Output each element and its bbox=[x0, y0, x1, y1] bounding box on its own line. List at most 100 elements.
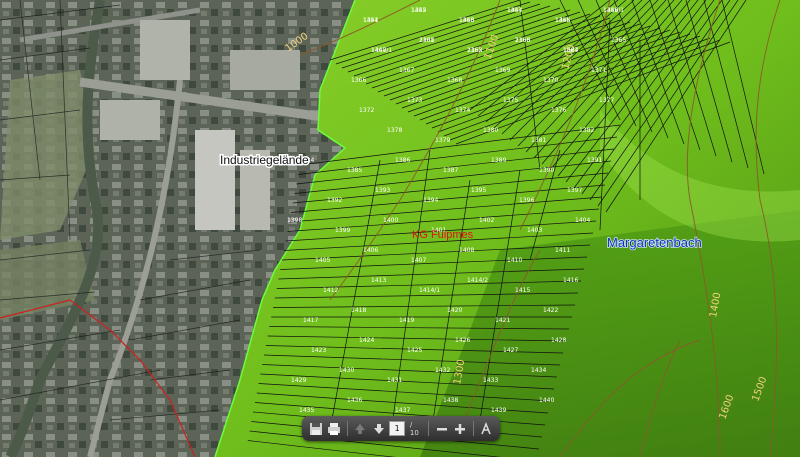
tools-icon[interactable] bbox=[479, 421, 494, 437]
parcel-number: 1422 bbox=[543, 307, 558, 314]
save-icon[interactable] bbox=[308, 421, 323, 437]
next-page-icon[interactable] bbox=[371, 421, 386, 437]
parcel-number: 1380 bbox=[483, 127, 498, 134]
parcel-number: 1405 bbox=[315, 257, 330, 264]
parcel-number: 1414/2 bbox=[467, 277, 488, 284]
cadastral-label: KG Fulpmes bbox=[412, 229, 474, 241]
parcel-number: 1444 bbox=[507, 7, 522, 14]
parcel-number: 1366 bbox=[351, 77, 366, 84]
parcel-number: 1439 bbox=[491, 407, 506, 414]
pdf-toolbar: 1 / 10 bbox=[302, 416, 500, 441]
parcel-number: 1390 bbox=[539, 167, 554, 174]
parcel-number: 1376 bbox=[551, 107, 566, 114]
parcel-number: 1414/1 bbox=[419, 287, 440, 294]
parcel-number: 1442 bbox=[411, 7, 426, 14]
parcel-number: 1374 bbox=[455, 107, 470, 114]
parcel-number: 1432 bbox=[435, 367, 450, 374]
parcel-number: 1397 bbox=[567, 187, 582, 194]
parcel-number: 1410 bbox=[507, 257, 522, 264]
parcel-number: 1408 bbox=[459, 247, 474, 254]
parcel-number: 1404 bbox=[575, 217, 590, 224]
parcel-number: 2155 bbox=[467, 47, 482, 54]
parcel-number: 1395 bbox=[471, 187, 486, 194]
previous-page-icon[interactable] bbox=[353, 421, 368, 437]
parcel-number: 1373 bbox=[407, 97, 422, 104]
zoom-in-icon[interactable] bbox=[452, 421, 467, 437]
parcel-number: 1430 bbox=[339, 367, 354, 374]
parcel-number: 1419 bbox=[399, 317, 414, 324]
parcel-number: 1402 bbox=[479, 217, 494, 224]
parcel-number: 1381 bbox=[531, 137, 546, 144]
parcel-number: 2100 bbox=[419, 37, 434, 44]
parcel-number: 1425 bbox=[407, 347, 422, 354]
stream-label: Margaretenbach bbox=[607, 235, 702, 250]
parcel-number: 1389 bbox=[491, 157, 506, 164]
industrial-area-label: Industriegelände bbox=[220, 153, 309, 167]
parcel-number: 1406 bbox=[363, 247, 378, 254]
parcel-number: 1412 bbox=[323, 287, 338, 294]
parcel-number: 1441 bbox=[363, 17, 378, 24]
parcel-number: 1387 bbox=[443, 167, 458, 174]
industrial-building bbox=[100, 100, 160, 140]
page-number-input[interactable]: 1 bbox=[389, 421, 405, 436]
parcel-number: 1378 bbox=[387, 127, 402, 134]
parcel-number: 1416 bbox=[563, 277, 578, 284]
parcel-number: 1393 bbox=[375, 187, 390, 194]
parcel-number: 1446 bbox=[603, 7, 618, 14]
parcel-number: 1428 bbox=[551, 337, 566, 344]
parcel-number: 1436 bbox=[347, 397, 362, 404]
parcel-number: 1372 bbox=[359, 107, 374, 114]
parcel-number: 1447 bbox=[371, 47, 386, 54]
parcel-number: 1396 bbox=[519, 197, 534, 204]
parcel-number: 1417 bbox=[303, 317, 318, 324]
parcel-number: 1440 bbox=[539, 397, 554, 404]
parcel-number: 1375 bbox=[503, 97, 518, 104]
parcel-number: 1399 bbox=[335, 227, 350, 234]
parcel-number: 1385 bbox=[347, 167, 362, 174]
page-total: / 10 bbox=[409, 420, 419, 437]
parcel-number: 1382 bbox=[579, 127, 594, 134]
parcel-number: 1400 bbox=[383, 217, 398, 224]
parcel-number: 1377 bbox=[599, 97, 614, 104]
zoom-out-icon[interactable] bbox=[434, 421, 449, 437]
parcel-number: 1426 bbox=[455, 337, 470, 344]
parcel-number: 1424 bbox=[359, 337, 374, 344]
parcel-number: 1418 bbox=[351, 307, 366, 314]
parcel-number: 1437 bbox=[395, 407, 410, 414]
parcel-number: 1433 bbox=[483, 377, 498, 384]
parcel-number: 1368 bbox=[447, 77, 462, 84]
parcel-number: 1403 bbox=[527, 227, 542, 234]
separator bbox=[346, 421, 348, 436]
industrial-building bbox=[195, 130, 235, 230]
parcel-number: 1411 bbox=[555, 247, 570, 254]
separator bbox=[472, 421, 474, 436]
print-icon[interactable] bbox=[326, 421, 341, 437]
parcel-number: 1386 bbox=[395, 157, 410, 164]
parcel-number: 1394 bbox=[423, 197, 438, 204]
parcel-number: 1369 bbox=[495, 67, 510, 74]
separator bbox=[427, 421, 429, 436]
parcel-number: 1435 bbox=[299, 407, 314, 414]
parcel-number: 1443 bbox=[459, 17, 474, 24]
parcel-number: 1427 bbox=[503, 347, 518, 354]
parcel-number: 1415 bbox=[515, 287, 530, 294]
parcel-number: 1420 bbox=[447, 307, 462, 314]
parcel-number: 1391 bbox=[587, 157, 602, 164]
parcel-number: 1371 bbox=[591, 67, 606, 74]
parcel-number: 1423 bbox=[311, 347, 326, 354]
parcel-number: 1392 bbox=[327, 197, 342, 204]
parcel-number: 1367 bbox=[399, 67, 414, 74]
parcel-number: 1421 bbox=[495, 317, 510, 324]
parcel-number: 1434 bbox=[531, 367, 546, 374]
map-canvas[interactable]: 1000 1100 1200 1300 1400 1500 1600 13541… bbox=[0, 0, 800, 457]
parcel-number: 1429 bbox=[291, 377, 306, 384]
parcel-number: 2166 bbox=[515, 37, 530, 44]
industrial-building bbox=[140, 20, 190, 80]
parcel-number: 1445 bbox=[555, 17, 570, 24]
parcel-number: 1431 bbox=[387, 377, 402, 384]
parcel-number: 1365 bbox=[611, 37, 626, 44]
parcel-number: 1370 bbox=[543, 77, 558, 84]
parcel-number: 1627 bbox=[563, 47, 578, 54]
parcel-number: 1379 bbox=[435, 137, 450, 144]
parcel-number: 1398 bbox=[287, 217, 302, 224]
